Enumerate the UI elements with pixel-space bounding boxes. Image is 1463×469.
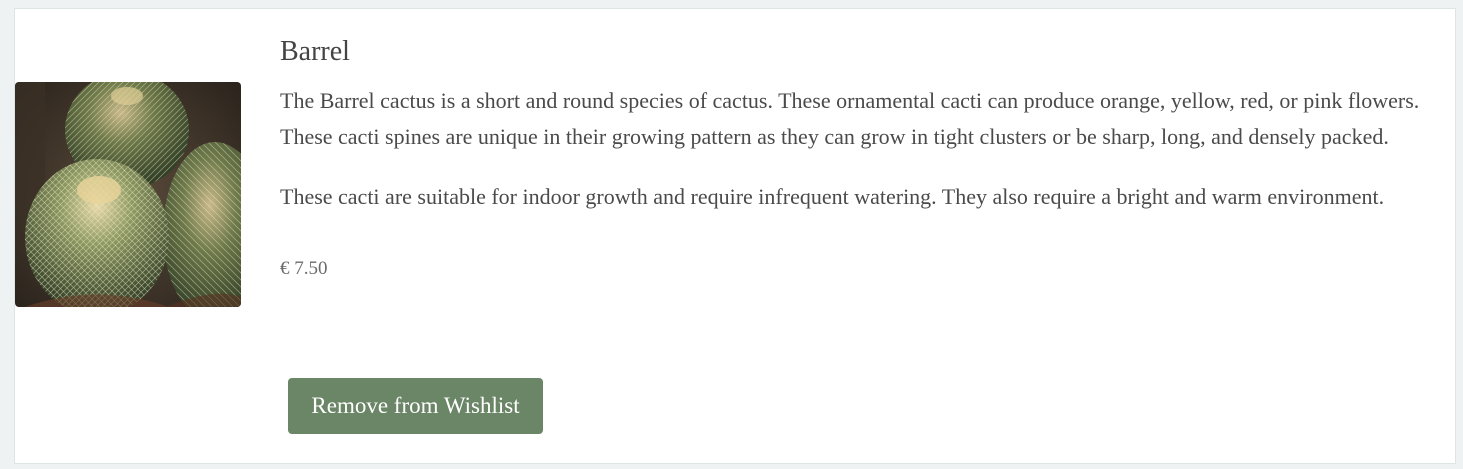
product-care-description: These cacti are suitable for indoor grow… xyxy=(280,184,1385,209)
product-price: € 7.50 xyxy=(280,258,328,279)
product-details: Barrel The Barrel cactus is a short and … xyxy=(280,35,1430,281)
remove-from-wishlist-button[interactable]: Remove from Wishlist xyxy=(288,378,543,434)
product-title: Barrel xyxy=(280,36,350,67)
product-description: The Barrel cactus is a short and round s… xyxy=(280,88,1420,149)
product-image xyxy=(15,82,241,307)
wishlist-item-card: Barrel The Barrel cactus is a short and … xyxy=(14,8,1456,464)
